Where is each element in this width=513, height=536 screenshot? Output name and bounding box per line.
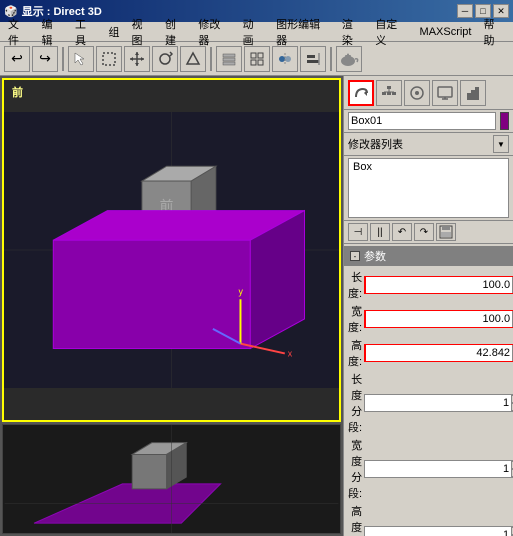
param-input-group-length-segs: ▲ ▼ [364,394,513,412]
right-btn-motion[interactable] [404,80,430,106]
param-label-width: 宽度: [348,303,362,335]
param-row-length-segs: 长度分段: ▲ ▼ [344,370,513,436]
param-input-height[interactable] [366,345,512,361]
toolbar-align[interactable] [300,46,326,72]
menu-view[interactable]: 视图 [125,15,158,49]
menu-animation[interactable]: 动画 [237,15,270,49]
right-btn-hierarchy[interactable] [376,80,402,106]
svg-text:x: x [288,348,293,358]
minimize-button[interactable]: ─ [457,4,473,18]
toolbar-scale[interactable] [180,46,206,72]
panel-btn-redo[interactable]: ↷ [414,223,434,241]
param-input-length-segs[interactable] [365,395,511,411]
param-row-width: 宽度: ▲ ▼ [344,302,513,336]
menu-graph[interactable]: 图形编辑器 [270,15,336,49]
param-input-group-width: ▲ ▼ [364,310,513,328]
param-input-group-height-segs: ▲ ▼ [364,526,513,536]
toolbar-teapot[interactable] [336,46,362,72]
toolbar-move[interactable] [124,46,150,72]
viewport-bottom[interactable] [2,424,341,534]
param-label-width-segs: 宽度分段: [348,437,362,501]
color-swatch[interactable] [500,112,509,130]
modifier-label: 修改器列表 [348,136,491,152]
modifier-list: Box [348,158,509,218]
toolbar-layer[interactable] [216,46,242,72]
param-input-group-height: ▲ ▼ [364,344,513,362]
viewport-top[interactable]: 前 [2,78,341,422]
menu-help[interactable]: 帮助 [478,15,511,49]
modifier-row: 修改器列表 ▼ [344,133,513,156]
modifier-dropdown-arrow[interactable]: ▼ [493,135,509,153]
modifier-item-box[interactable]: Box [349,159,508,175]
param-row-length: 长度: ▲ ▼ [344,268,513,302]
panel-btn-undo[interactable]: ↶ [392,223,412,241]
main-layout: 前 [0,76,513,536]
viewport-area: 前 [0,76,343,536]
toolbar-sep3 [330,47,332,71]
menu-create[interactable]: 创建 [159,15,192,49]
panel-btn-pause[interactable]: || [370,223,390,241]
param-row-height: 高度: ▲ ▼ [344,336,513,370]
menu-edit[interactable]: 编辑 [35,15,68,49]
toolbar-sep2 [210,47,212,71]
scene-3d: 前 x y [4,80,339,420]
right-btn-utilities[interactable] [460,80,486,106]
menu-group[interactable]: 组 [102,23,125,41]
panel-bottom-toolbar: ⊣ || ↶ ↷ [344,220,513,244]
param-input-height-segs[interactable] [365,527,511,536]
param-input-width[interactable] [366,311,512,327]
menu-tools[interactable]: 工具 [69,15,102,49]
toolbar-undo[interactable]: ↩ [4,46,30,72]
right-panel: 修改器列表 ▼ Box ⊣ || ↶ ↷ - 参数 [343,76,513,536]
menu-modifier[interactable]: 修改器 [192,15,236,49]
toolbar-select[interactable] [68,46,94,72]
right-toolbar [344,76,513,110]
main-toolbar: ↩ ↪ [0,42,513,76]
param-label-height: 高度: [348,337,362,369]
object-name-input[interactable] [348,112,496,130]
param-row-width-segs: 宽度分段: ▲ ▼ [344,436,513,502]
svg-text:y: y [239,286,244,296]
menu-file[interactable]: 文件 [2,15,35,49]
toolbar-mirror[interactable] [272,46,298,72]
toolbar-redo[interactable]: ↪ [32,46,58,72]
toolbar-rotate[interactable] [152,46,178,72]
panel-btn-save[interactable] [436,223,456,241]
section-header-params: - 参数 [344,246,513,266]
object-name-row [344,110,513,133]
params-section: - 参数 长度: ▲ ▼ 宽度: [344,244,513,536]
toolbar-grid[interactable] [244,46,270,72]
param-input-group-length: ▲ ▼ [364,276,513,294]
menu-render[interactable]: 渲染 [336,15,369,49]
section-toggle[interactable]: - [350,251,360,261]
param-label-length: 长度: [348,269,362,301]
param-input-width-segs[interactable] [365,461,511,477]
menu-maxscript[interactable]: MAXScript [414,25,478,39]
toolbar-region[interactable] [96,46,122,72]
param-label-height-segs: 高度分段: [348,503,362,536]
param-input-length[interactable] [366,277,512,293]
menu-custom[interactable]: 自定义 [369,15,413,49]
menu-bar: 文件 编辑 工具 组 视图 创建 修改器 动画 图形编辑器 渲染 自定义 MAX… [0,22,513,42]
param-row-height-segs: 高度分段: ▲ ▼ [344,502,513,536]
right-btn-modify[interactable] [348,80,374,106]
toolbar-sep1 [62,47,64,71]
params-title: 参数 [364,248,386,264]
param-input-group-width-segs: ▲ ▼ [364,460,513,478]
param-label-length-segs: 长度分段: [348,371,362,435]
panel-btn-pin[interactable]: ⊣ [348,223,368,241]
right-btn-display[interactable] [432,80,458,106]
